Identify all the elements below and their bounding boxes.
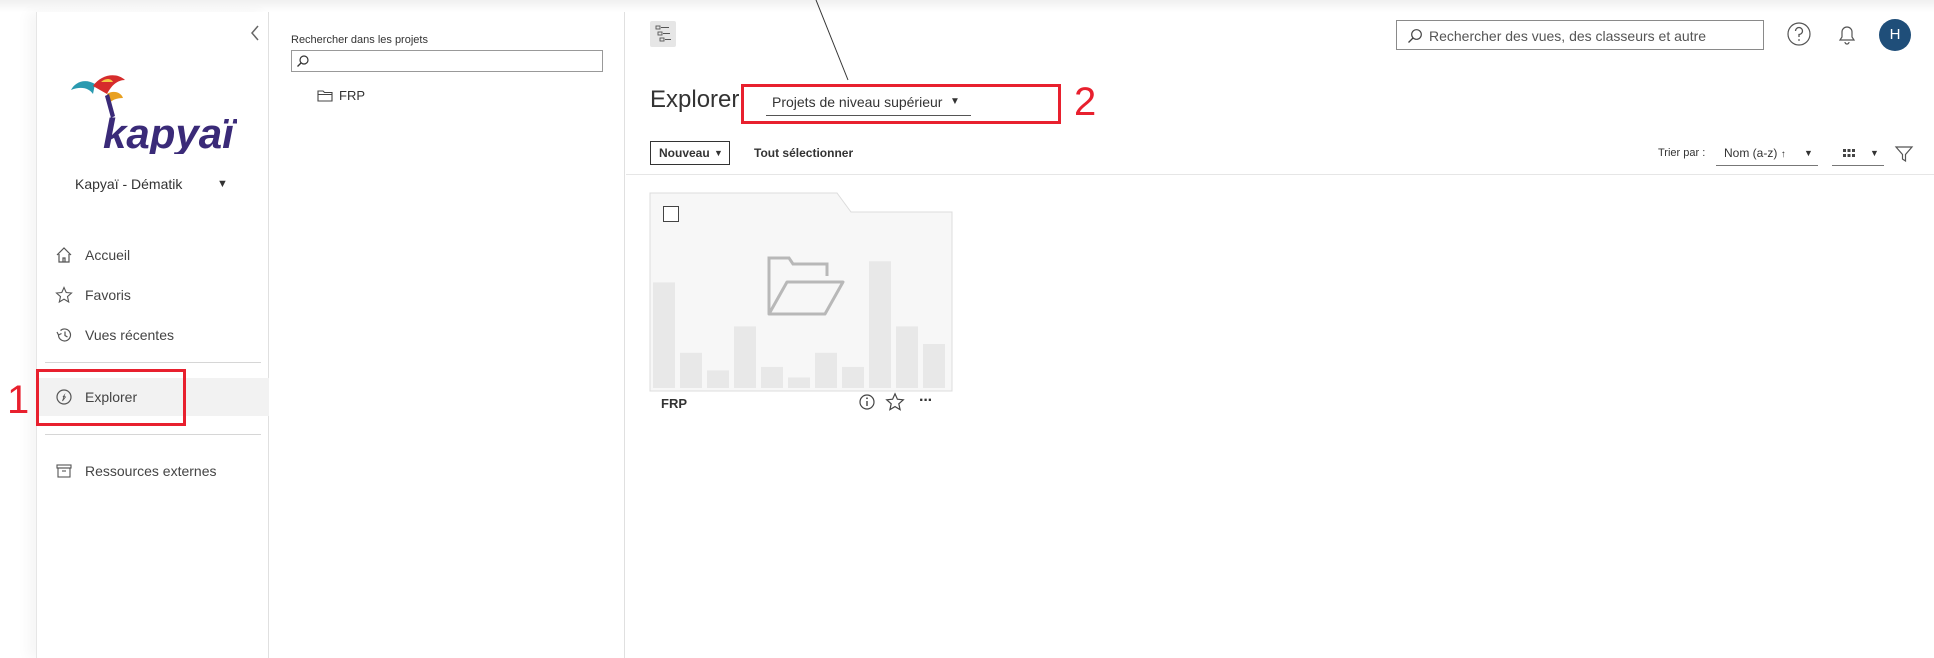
more-actions-icon[interactable]: ···: [919, 392, 933, 410]
new-button[interactable]: Nouveau ▼: [650, 141, 730, 165]
view-mode-dropdown[interactable]: ▼: [1832, 142, 1884, 166]
project-search-input[interactable]: [291, 50, 603, 72]
star-icon: [55, 286, 73, 304]
kapyai-logo: kapyaï: [67, 64, 238, 157]
nav-item-ressources-externes[interactable]: Ressources externes: [37, 452, 269, 490]
tree-search-label: Rechercher dans les projets: [291, 34, 428, 46]
box-icon: [56, 464, 72, 478]
logo-text: kapyaï: [103, 110, 237, 154]
toggle-tree-button[interactable]: [650, 21, 676, 47]
top-shadow: [0, 0, 1934, 12]
nav-separator: [45, 434, 261, 435]
thumbnail-bar: [761, 366, 783, 388]
folder-icon: [317, 90, 333, 102]
nav-item-label: Favoris: [85, 287, 131, 303]
thumbnail-bar: [896, 326, 918, 388]
thumbnail-bar: [734, 326, 756, 388]
nav-item-accueil[interactable]: Accueil: [37, 236, 269, 274]
nav-item-label: Vues récentes: [85, 327, 174, 343]
sort-arrow-icon: ↑: [1780, 149, 1786, 160]
nav-item-label: Ressources externes: [85, 463, 217, 479]
nav-item-vues-recentes[interactable]: Vues récentes: [37, 316, 269, 354]
star-icon[interactable]: [885, 392, 905, 412]
sort-label: Trier par :: [1658, 147, 1706, 159]
thumbnail-bar: [788, 377, 810, 388]
info-icon[interactable]: [858, 393, 876, 411]
thumbnail-bar: [707, 370, 729, 388]
search-icon: [1408, 29, 1422, 43]
chevron-down-icon: ▼: [714, 148, 723, 158]
page-title: Explorer: [650, 86, 740, 113]
toolbar-divider: [626, 174, 1934, 175]
nav-item-label: Accueil: [85, 247, 131, 263]
search-icon: [297, 55, 309, 67]
card-checkbox[interactable]: [663, 206, 679, 222]
sort-dropdown[interactable]: Nom (a-z) ↑ ▼: [1716, 142, 1818, 166]
project-card-name[interactable]: FRP: [661, 396, 687, 411]
select-all-button[interactable]: Tout sélectionner: [754, 146, 853, 160]
home-icon: [56, 247, 72, 263]
nav-item-favoris[interactable]: Favoris: [37, 276, 269, 314]
thumbnail-bar: [653, 282, 675, 388]
thumbnail-bar: [869, 261, 891, 388]
project-tree-panel: Rechercher dans les projets FRP: [269, 12, 625, 658]
callout-number-1: 1: [7, 378, 30, 422]
screen: kapyaï Kapyaï - Dématik ▼ Accueil Favori…: [0, 0, 1934, 658]
global-search-input[interactable]: Rechercher des vues, des classeurs et au…: [1396, 20, 1764, 50]
grid-view-icon: [1843, 149, 1855, 157]
chevron-left-icon: [251, 25, 259, 41]
nav-separator: [45, 362, 261, 363]
tree-item-label: FRP: [339, 88, 365, 103]
new-button-label: Nouveau: [659, 146, 710, 160]
callout-box-2: [741, 84, 1061, 124]
side-nav: kapyaï Kapyaï - Dématik ▼ Accueil Favori…: [36, 12, 269, 658]
collapse-nav-button[interactable]: [245, 24, 265, 44]
thumbnail-bar: [815, 352, 837, 388]
project-card-frp[interactable]: [649, 192, 953, 392]
history-icon: [56, 328, 72, 342]
filter-icon[interactable]: [1894, 144, 1914, 164]
chevron-down-icon: ▼: [1870, 148, 1879, 158]
callout-box-1: [36, 369, 186, 426]
bell-icon[interactable]: [1834, 21, 1860, 47]
site-caret-icon[interactable]: ▼: [217, 178, 228, 190]
sort-value: Nom (a-z) ↑: [1724, 146, 1786, 160]
thumbnail-bar: [923, 344, 945, 388]
help-icon[interactable]: [1786, 21, 1812, 47]
thumbnail-bar: [680, 352, 702, 388]
project-card-thumbnail: [649, 192, 953, 392]
user-avatar[interactable]: H: [1879, 19, 1911, 51]
site-name[interactable]: Kapyaï - Dématik: [75, 176, 182, 192]
callout-number-2: 2: [1074, 80, 1097, 124]
main-content: Rechercher des vues, des classeurs et au…: [626, 12, 1934, 658]
tree-item-frp[interactable]: FRP: [317, 88, 365, 103]
global-search-placeholder: Rechercher des vues, des classeurs et au…: [1429, 28, 1707, 44]
chevron-down-icon: ▼: [1804, 148, 1813, 158]
thumbnail-bar: [842, 366, 864, 388]
tree-view-icon: [655, 25, 671, 42]
